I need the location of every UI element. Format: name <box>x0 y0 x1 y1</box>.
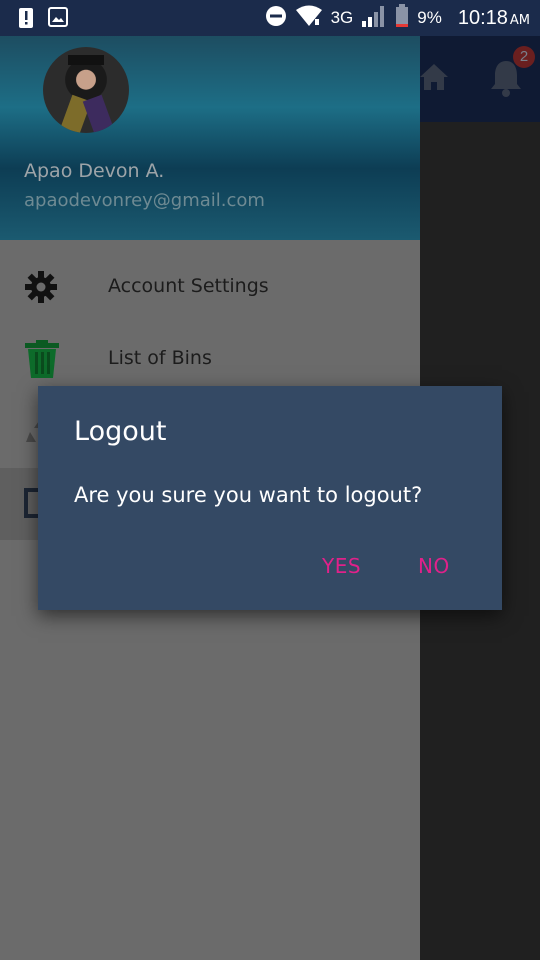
wifi-icon <box>295 5 323 31</box>
dialog-message: Are you sure you want to logout? <box>74 483 423 507</box>
yes-button[interactable]: YES <box>322 554 361 578</box>
image-icon <box>48 7 68 33</box>
gear-icon <box>24 270 58 308</box>
battery-icon <box>395 4 409 32</box>
profile-email: apaodevonrey@gmail.com <box>24 190 265 211</box>
menu-item-label: Account Settings <box>108 275 269 297</box>
dialog-title: Logout <box>74 416 167 447</box>
status-bar: 3G 9% 10:18 AM <box>0 0 540 36</box>
avatar[interactable] <box>43 47 129 133</box>
home-icon[interactable] <box>418 62 450 96</box>
menu-item-label: List of Bins <box>108 347 212 369</box>
profile-name: Apao Devon A. <box>24 160 165 182</box>
menu-item-account-settings[interactable]: Account Settings <box>0 252 420 324</box>
trash-bin-icon <box>24 339 60 383</box>
alert-icon <box>18 7 34 33</box>
notification-badge: 2 <box>513 46 535 68</box>
do-not-disturb-icon <box>265 5 287 31</box>
drawer-header: Apao Devon A. apaodevonrey@gmail.com <box>0 36 420 240</box>
logout-dialog: Logout Are you sure you want to logout? … <box>38 386 502 610</box>
no-button[interactable]: NO <box>418 554 450 578</box>
battery-percent: 9% <box>417 8 442 27</box>
clock-ampm: AM <box>509 12 530 28</box>
network-type: 3G <box>330 8 354 27</box>
clock: 10:18 <box>457 6 508 29</box>
signal-icon <box>361 5 387 31</box>
